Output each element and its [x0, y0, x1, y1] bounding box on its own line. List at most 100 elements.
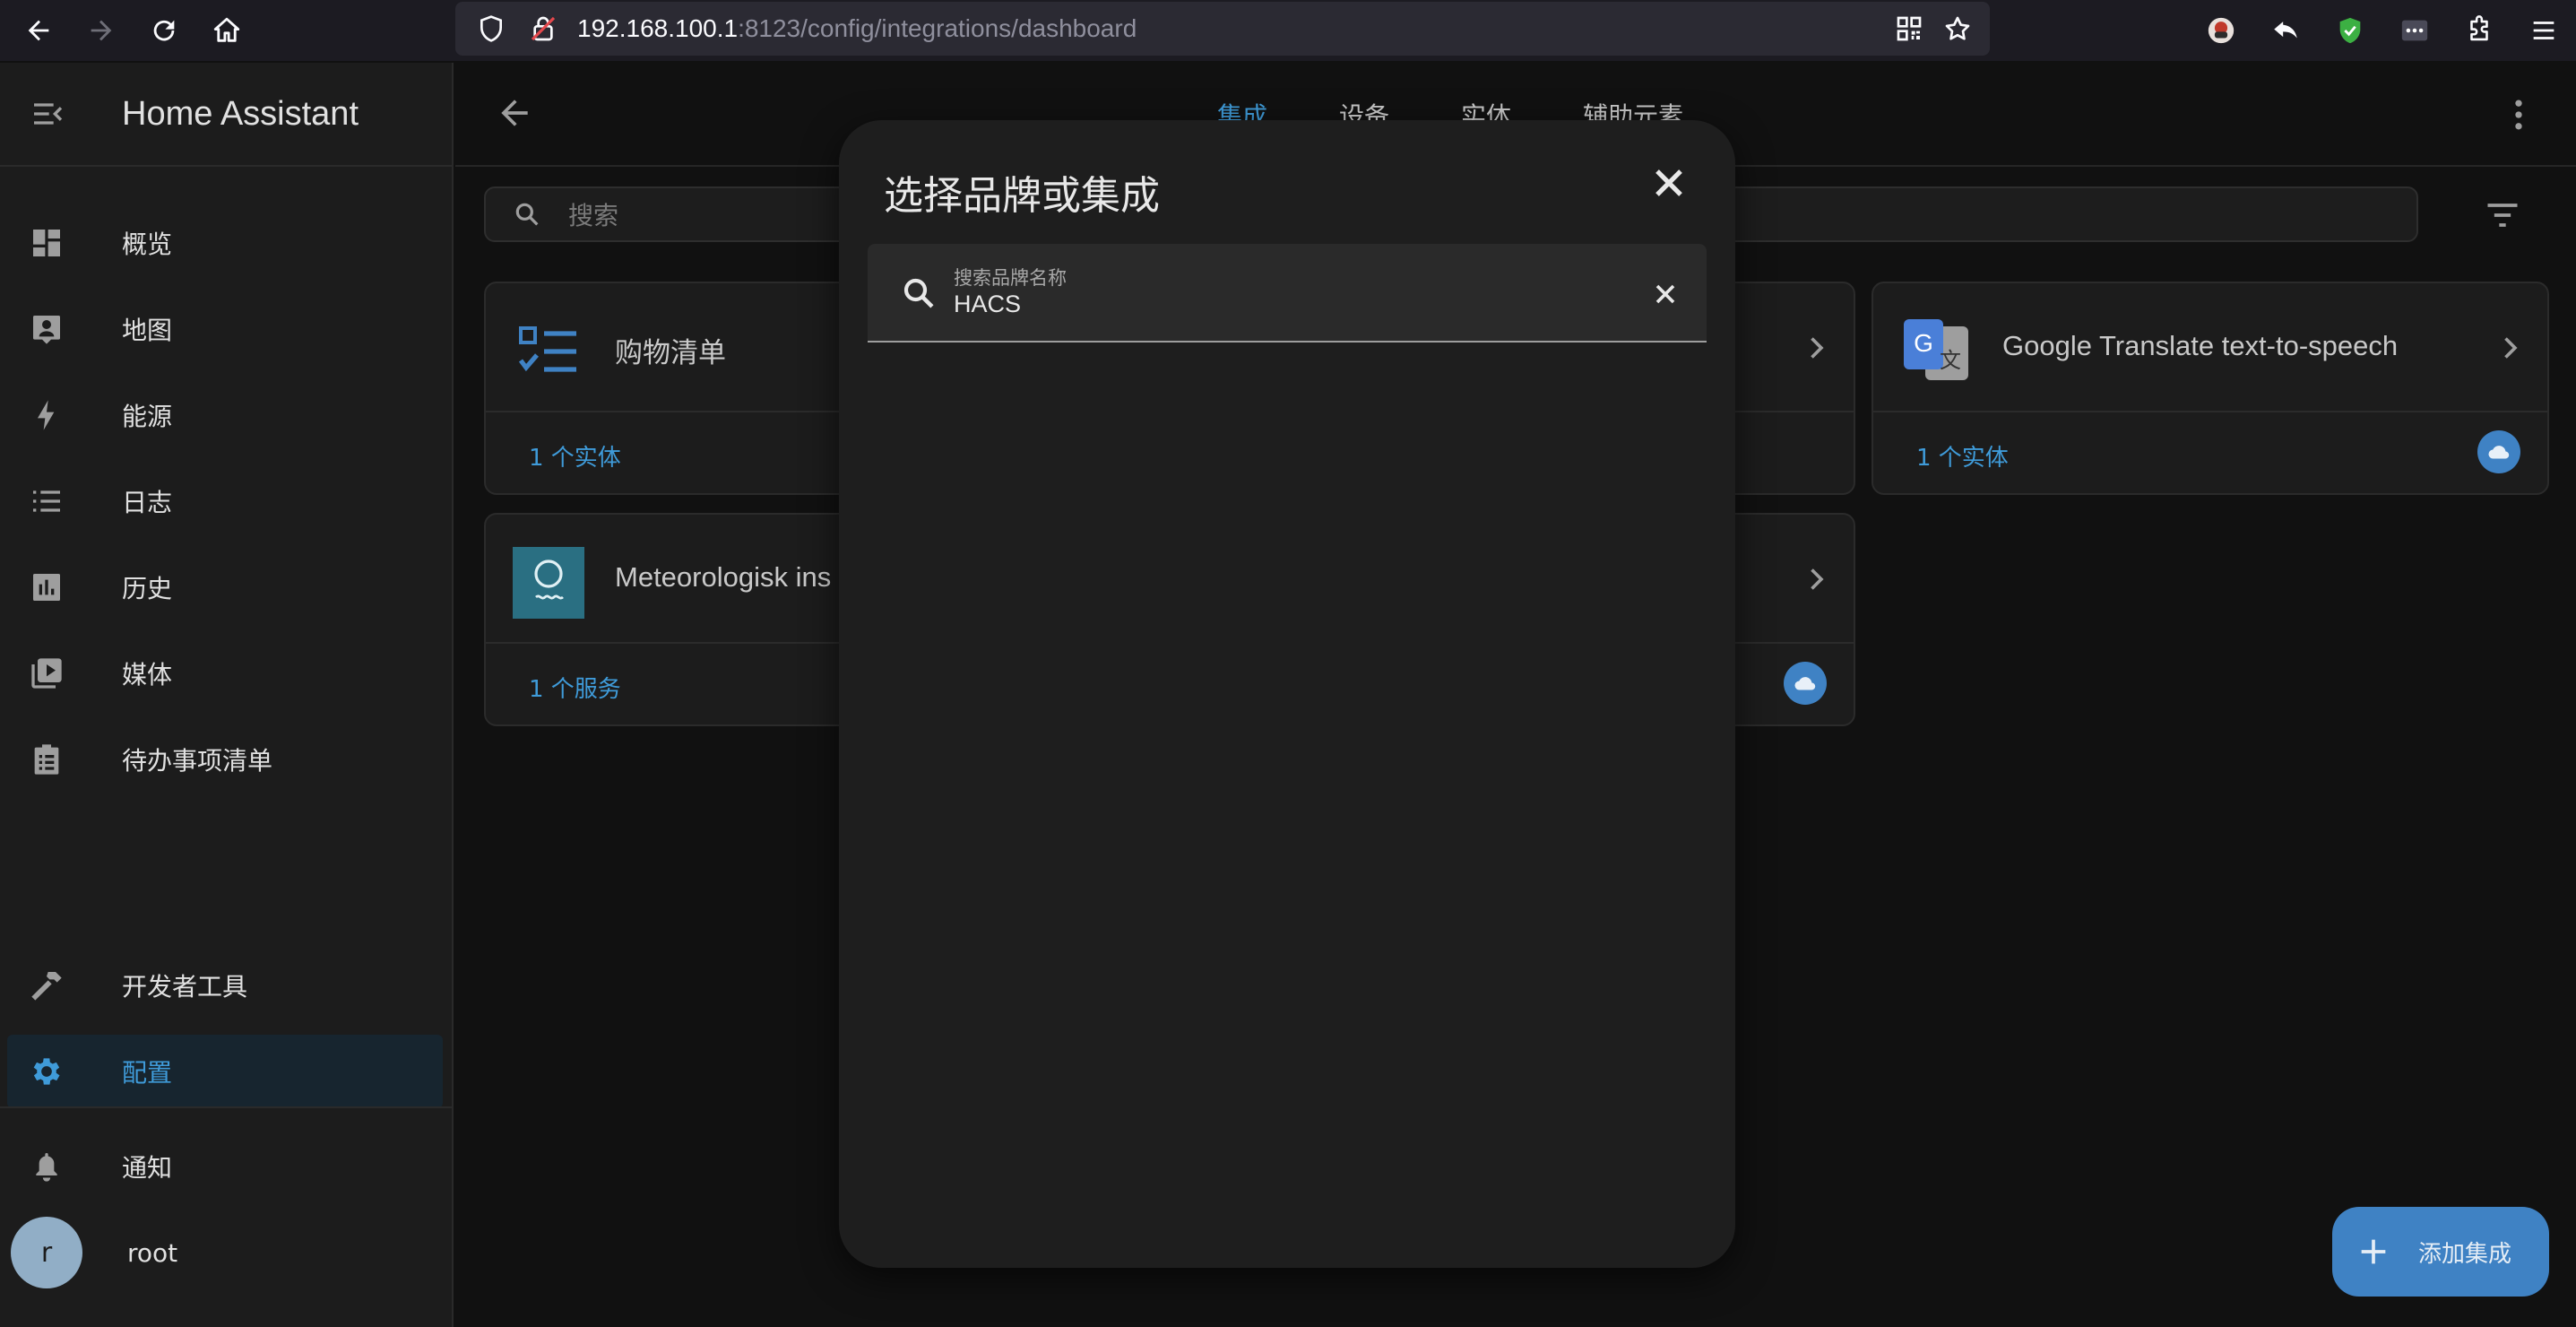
sidebar-item-developer-tools[interactable]: 开发者工具 — [7, 949, 443, 1022]
clipboard-list-icon — [34, 744, 59, 775]
sidebar-item-overview[interactable]: 概览 — [7, 206, 443, 280]
sidebar-item-label: 配置 — [122, 1058, 173, 1088]
card-services-link[interactable]: 1 个服务 — [529, 671, 621, 704]
svg-text:文: 文 — [1940, 348, 1961, 373]
sidebar-item-map[interactable]: 地图 — [7, 292, 443, 366]
extensions-button[interactable] — [2447, 0, 2511, 61]
map-account-icon — [33, 316, 60, 344]
sidebar-item-history[interactable]: 历史 — [7, 551, 443, 624]
sidebar-item-label: 历史 — [122, 574, 173, 603]
sidebar-item-config[interactable]: 配置 — [7, 1035, 443, 1108]
clear-search-button[interactable] — [1649, 278, 1681, 310]
overflow-menu-button[interactable] — [2499, 95, 2538, 134]
extension-avatar-icon — [2208, 17, 2235, 44]
close-icon — [1655, 169, 1682, 196]
checklist-icon — [513, 316, 584, 387]
dots-box-icon — [2401, 20, 2428, 41]
browser-home-button[interactable] — [195, 0, 258, 61]
chevron-right-icon[interactable] — [2494, 332, 2526, 364]
url-host: 192.168.100.1 — [577, 14, 739, 42]
integration-card-google-translate[interactable]: G文 Google Translate text-to-speech 1 个实体 — [1871, 282, 2549, 495]
puzzle-icon — [2470, 15, 2488, 41]
sidebar-divider — [0, 1106, 452, 1108]
google-translate-icon: G文 — [1900, 316, 1972, 387]
card-title: Google Translate text-to-speech — [2002, 330, 2399, 361]
arrow-left-icon — [501, 100, 528, 126]
brand-search-input[interactable] — [954, 291, 1599, 318]
extension-button[interactable] — [2189, 0, 2253, 61]
card-entities-link[interactable]: 1 个实体 — [529, 439, 621, 473]
sidebar-item-label: 媒体 — [122, 660, 173, 690]
choose-integration-dialog: 选择品牌或集成 搜索品牌名称 — [839, 120, 1735, 1268]
user-name: root — [127, 1237, 178, 1268]
sidebar-title: Home Assistant — [122, 94, 359, 133]
dashboard-icon — [33, 230, 60, 256]
hammer-icon — [31, 972, 62, 1001]
sidebar-item-media[interactable]: 媒体 — [7, 637, 443, 710]
sidebar-toggle-button[interactable] — [23, 90, 72, 138]
back-button[interactable] — [495, 93, 538, 136]
sidebar: Home Assistant 概览 地图 能源 日志 历史 媒体 待办事项清单 … — [0, 63, 454, 1327]
browser-back-button[interactable] — [7, 0, 70, 61]
url-path: :8123/config/integrations/dashboard — [738, 14, 1137, 42]
chevron-right-icon[interactable] — [1800, 563, 1832, 595]
sidebar-header: Home Assistant — [0, 63, 452, 167]
search-icon — [515, 203, 539, 226]
url-bar[interactable]: 192.168.100.1:8123/config/integrations/d… — [455, 2, 1990, 56]
add-integration-button[interactable]: 添加集成 — [2332, 1207, 2549, 1297]
avatar: r — [11, 1217, 82, 1288]
filter-button[interactable] — [2483, 195, 2522, 235]
play-box-multiple-icon — [31, 658, 62, 689]
filter-icon — [2487, 204, 2518, 227]
sidebar-item-label: 开发者工具 — [122, 972, 248, 1002]
reply-icon — [2274, 22, 2297, 39]
chart-box-icon — [33, 574, 60, 601]
sidebar-item-label: 通知 — [122, 1153, 173, 1183]
plus-icon — [2361, 1239, 2386, 1264]
sidebar-item-label: 待办事项清单 — [122, 746, 273, 776]
met-logo-icon — [513, 547, 584, 619]
shield-check-icon — [2339, 17, 2361, 44]
brand-search-field[interactable]: 搜索品牌名称 — [868, 244, 1707, 343]
gear-icon — [33, 1058, 60, 1085]
bell-icon — [36, 1153, 57, 1182]
sidebar-item-label: 能源 — [122, 402, 173, 431]
sidebar-item-notifications[interactable]: 通知 — [7, 1130, 443, 1203]
list-icon — [33, 490, 60, 512]
lightning-icon — [38, 400, 55, 430]
arrow-right-icon — [91, 20, 112, 41]
qr-code-icon[interactable] — [1895, 14, 1923, 43]
more-extension-button[interactable] — [2382, 0, 2447, 61]
sidebar-item-label: 日志 — [122, 488, 173, 517]
sidebar-item-logbook[interactable]: 日志 — [7, 464, 443, 538]
undo-extension-button[interactable] — [2253, 0, 2318, 61]
dialog-title: 选择品牌或集成 — [884, 173, 1160, 219]
browser-reload-button[interactable] — [133, 0, 195, 61]
browser-menu-button[interactable] — [2511, 0, 2576, 61]
adblock-extension-button[interactable] — [2318, 0, 2382, 61]
close-icon — [1655, 284, 1675, 304]
hamburger-icon — [2533, 22, 2554, 39]
shield-icon[interactable] — [477, 14, 506, 43]
sidebar-item-todo[interactable]: 待办事项清单 — [7, 723, 443, 796]
brand-search-label: 搜索品牌名称 — [954, 267, 1067, 289]
browser-forward-button[interactable] — [70, 0, 133, 61]
add-integration-label: 添加集成 — [2418, 1240, 2512, 1268]
svg-text:G: G — [1914, 329, 1933, 357]
menu-open-icon — [34, 103, 63, 125]
chevron-right-icon[interactable] — [1800, 332, 1832, 364]
cloud-icon — [2477, 430, 2520, 473]
insecure-lock-icon[interactable] — [529, 14, 558, 43]
card-entities-link[interactable]: 1 个实体 — [1916, 439, 2009, 473]
cloud-icon — [1784, 662, 1827, 705]
search-placeholder: 搜索 — [568, 201, 619, 230]
sidebar-item-energy[interactable]: 能源 — [7, 378, 443, 452]
browser-toolbar: 192.168.100.1:8123/config/integrations/d… — [0, 0, 2576, 61]
star-icon[interactable] — [1943, 14, 1972, 43]
card-title: Meteorologisk ins — [615, 561, 832, 593]
dialog-close-button[interactable] — [1646, 160, 1692, 206]
sidebar-item-profile[interactable]: r root — [7, 1216, 443, 1289]
arrow-left-icon — [28, 20, 49, 41]
home-icon — [213, 17, 240, 42]
sidebar-item-label: 地图 — [122, 316, 173, 345]
